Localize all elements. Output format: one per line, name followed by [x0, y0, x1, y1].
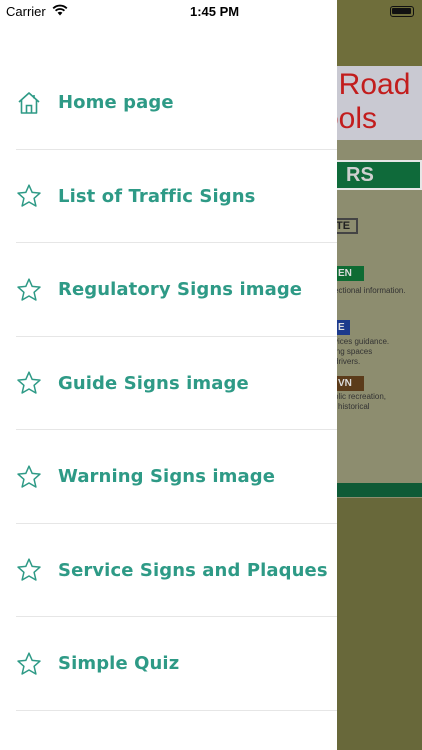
- menu-item-label: Guide Signs image: [58, 372, 249, 394]
- menu-item-label: List of Traffic Signs: [58, 185, 256, 207]
- home-icon: [16, 90, 42, 116]
- background-tag-brown: VN: [334, 376, 364, 391]
- menu-item-warning-signs[interactable]: Warning Signs image: [0, 430, 337, 524]
- battery-icon: [390, 6, 414, 17]
- background-tag-blue-text: vices guidance. ing spaces drivers.: [334, 337, 390, 366]
- banner-line-2: ools: [322, 102, 378, 135]
- carrier-label: Carrier: [6, 4, 46, 19]
- side-drawer: Carrier 1:45 PM Home page List of Traffi…: [0, 0, 337, 750]
- background-green-bar: RS: [334, 160, 422, 190]
- menu-item-label: Regulatory Signs image: [58, 279, 303, 301]
- menu-item-label: Warning Signs image: [58, 466, 276, 488]
- menu-item-label: Service Signs and Plaques: [58, 559, 328, 581]
- star-icon: [16, 557, 42, 583]
- background-white-box: TE: [334, 218, 358, 234]
- menu-item-simple-quiz[interactable]: Simple Quiz: [0, 617, 337, 711]
- menu-divider: [16, 709, 337, 711]
- menu-item-label: Home page: [58, 92, 174, 114]
- background-tag-brown-text: blic recreation, l historical: [334, 392, 387, 411]
- menu-item-label: Simple Quiz: [58, 653, 180, 675]
- menu-item-traffic-signs[interactable]: List of Traffic Signs: [0, 150, 337, 243]
- background-tag-green: EN: [334, 266, 364, 281]
- wifi-icon: [52, 4, 68, 16]
- star-icon: [16, 651, 42, 677]
- star-icon: [16, 277, 42, 303]
- menu-item-service-signs[interactable]: Service Signs and Plaques: [0, 524, 337, 617]
- banner-line-1: . Road: [322, 68, 411, 101]
- menu-item-home[interactable]: Home page: [0, 56, 337, 150]
- menu-item-regulatory-signs[interactable]: Regulatory Signs image: [0, 243, 337, 337]
- star-icon: [16, 183, 42, 209]
- status-bar: Carrier 1:45 PM: [0, 0, 337, 22]
- star-icon: [16, 370, 42, 396]
- background-bottom-strip: [334, 483, 422, 497]
- status-time: 1:45 PM: [190, 4, 240, 19]
- menu-item-guide-signs[interactable]: Guide Signs image: [0, 337, 337, 430]
- drawer-menu: Home page List of Traffic Signs Regulato…: [0, 56, 337, 711]
- star-icon: [16, 464, 42, 490]
- background-tag-green-text: ectional information.: [334, 286, 406, 295]
